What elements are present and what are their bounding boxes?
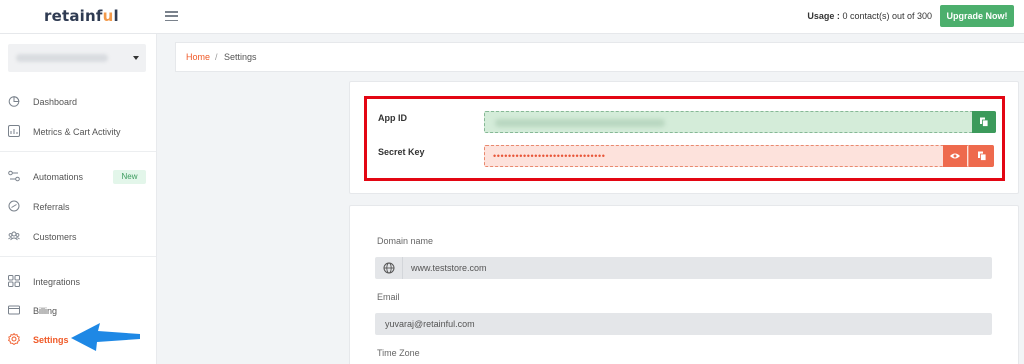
store-selector-dropdown[interactable] <box>8 44 146 72</box>
copy-icon <box>980 117 989 127</box>
domain-name-value: www.teststore.com <box>411 263 487 273</box>
copy-icon <box>977 151 986 161</box>
sidebar-item-customers[interactable]: Customers <box>0 224 156 250</box>
show-secret-key-button[interactable] <box>943 145 967 167</box>
domain-name-label: Domain name <box>377 236 434 246</box>
sidebar-divider <box>0 151 156 152</box>
sidebar-item-metrics[interactable]: Metrics & Cart Activity <box>0 119 156 145</box>
globe-icon <box>383 262 395 274</box>
sidebar-item-automations[interactable]: Automations New <box>0 164 156 190</box>
store-details-card: Domain name www.teststore.com Email yuva… <box>349 205 1019 364</box>
sidebar-item-label: Dashboard <box>33 97 78 107</box>
app-id-redacted <box>495 119 665 127</box>
usage-indicator: Usage : 0 contact(s) out of 300 <box>807 11 932 21</box>
sidebar-item-label: Billing <box>33 306 58 316</box>
sidebar-item-dashboard[interactable]: Dashboard <box>0 89 156 115</box>
retainful-logo[interactable]: retainful <box>44 7 119 25</box>
breadcrumb-current: Settings <box>224 52 257 62</box>
domain-name-field[interactable]: www.teststore.com <box>375 257 992 279</box>
highlight-annotation-box: App ID Secret Key ••••••••••••••••••••••… <box>364 96 1005 181</box>
sidebar-item-label: Customers <box>33 232 77 242</box>
breadcrumb: Home / Settings <box>175 42 1024 72</box>
customers-icon <box>8 231 20 241</box>
sidebar: Dashboard Metrics & Cart Activity Automa… <box>0 34 157 364</box>
sidebar-item-integrations[interactable]: Integrations <box>0 269 156 295</box>
app-id-label: App ID <box>378 113 407 123</box>
sidebar-divider <box>0 256 156 257</box>
logo-text: retainf <box>44 7 103 25</box>
sidebar-item-label: Referrals <box>33 202 70 212</box>
breadcrumb-home-link[interactable]: Home <box>186 52 210 62</box>
upgrade-now-button[interactable]: Upgrade Now! <box>940 5 1014 27</box>
integrations-icon <box>8 275 20 287</box>
logo-accent: u <box>102 7 114 25</box>
store-name-redacted <box>16 54 108 62</box>
breadcrumb-separator: / <box>215 52 218 62</box>
usage-value: 0 contact(s) out of 300 <box>839 11 932 21</box>
email-value: yuvaraj@retainful.com <box>385 319 475 329</box>
top-bar: retainful Usage : 0 contact(s) out of 30… <box>0 0 1024 34</box>
sidebar-item-referrals[interactable]: Referrals <box>0 194 156 220</box>
time-zone-label: Time Zone <box>377 348 420 358</box>
annotation-arrow-icon <box>71 323 140 351</box>
sidebar-item-label: Automations <box>33 172 84 182</box>
email-label: Email <box>377 292 400 302</box>
settings-icon <box>8 333 20 345</box>
eye-icon <box>950 153 960 159</box>
logo-text-end: l <box>113 7 119 25</box>
app-id-field[interactable] <box>484 111 996 133</box>
field-divider <box>402 257 403 279</box>
dashboard-icon <box>8 96 20 107</box>
menu-toggle-icon[interactable] <box>165 11 178 22</box>
metrics-icon <box>8 125 20 137</box>
secret-key-field[interactable]: •••••••••••••••••••••••••••••• <box>484 145 994 167</box>
billing-icon <box>8 305 20 315</box>
email-field[interactable]: yuvaraj@retainful.com <box>375 313 992 335</box>
automations-icon <box>8 170 20 182</box>
caret-down-icon <box>133 56 139 60</box>
new-badge: New <box>113 170 146 184</box>
copy-secret-key-button[interactable] <box>968 145 994 167</box>
sidebar-item-label: Settings <box>33 335 69 345</box>
api-keys-card: App ID Secret Key ••••••••••••••••••••••… <box>349 81 1019 194</box>
sidebar-item-label: Metrics & Cart Activity <box>33 127 121 137</box>
referrals-icon <box>8 200 20 212</box>
sidebar-item-label: Integrations <box>33 277 81 287</box>
secret-key-label: Secret Key <box>378 147 425 157</box>
usage-label: Usage : <box>807 11 840 21</box>
secret-key-masked-value: •••••••••••••••••••••••••••••• <box>493 151 606 161</box>
copy-app-id-button[interactable] <box>972 111 996 133</box>
